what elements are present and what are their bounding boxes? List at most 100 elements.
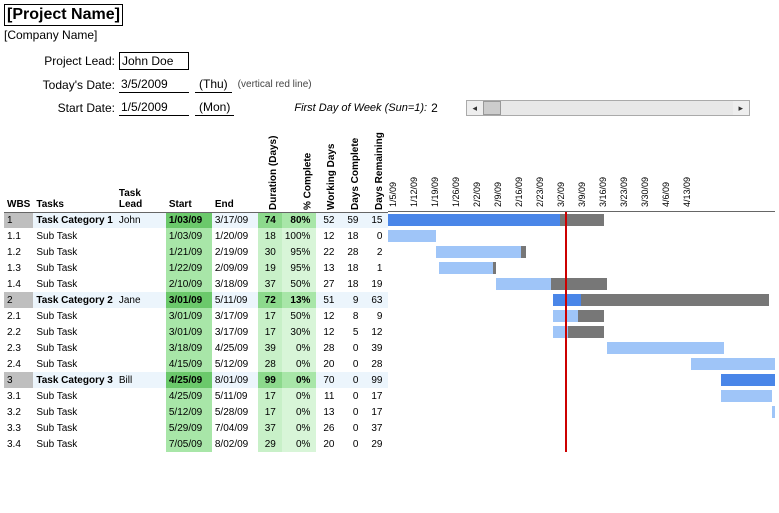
cell-lead[interactable] bbox=[116, 276, 166, 292]
cell-start[interactable]: 2/10/09 bbox=[166, 276, 212, 292]
start-date-input[interactable]: 1/5/2009 bbox=[119, 99, 189, 116]
table-row[interactable]: 2Task Category 2Jane3/01/095/11/097213%5… bbox=[4, 292, 388, 308]
cell-lead[interactable] bbox=[116, 420, 166, 436]
cell-task[interactable]: Sub Task bbox=[33, 276, 116, 292]
cell-start[interactable]: 3/18/09 bbox=[166, 340, 212, 356]
cell-start[interactable]: 5/12/09 bbox=[166, 404, 212, 420]
cell-working: 52 bbox=[316, 212, 340, 228]
table-row[interactable]: 3.3Sub Task5/29/097/04/09370%26037 bbox=[4, 420, 388, 436]
cell-task[interactable]: Sub Task bbox=[33, 420, 116, 436]
cell-task[interactable]: Sub Task bbox=[33, 404, 116, 420]
cell-pct[interactable]: 0% bbox=[282, 388, 317, 404]
gantt-bar[interactable] bbox=[691, 358, 775, 370]
cell-task[interactable]: Sub Task bbox=[33, 260, 116, 276]
gantt-bar[interactable] bbox=[439, 262, 496, 274]
gantt-bar[interactable] bbox=[721, 390, 772, 402]
company-name[interactable]: [Company Name] bbox=[4, 26, 775, 44]
cell-pct[interactable]: 50% bbox=[282, 276, 317, 292]
scroll-right-icon[interactable]: ▸ bbox=[733, 101, 749, 115]
cell-pct[interactable]: 0% bbox=[282, 436, 317, 452]
table-row[interactable]: 2.2Sub Task3/01/093/17/091730%12512 bbox=[4, 324, 388, 340]
cell-task[interactable]: Sub Task bbox=[33, 388, 116, 404]
cell-pct[interactable]: 80% bbox=[282, 212, 317, 228]
table-row[interactable]: 1.2Sub Task1/21/092/19/093095%22282 bbox=[4, 244, 388, 260]
scroll-left-icon[interactable]: ◂ bbox=[467, 101, 483, 115]
first-day-input[interactable]: 2 bbox=[431, 101, 438, 115]
cell-pct[interactable]: 95% bbox=[282, 244, 317, 260]
cell-pct[interactable]: 0% bbox=[282, 372, 317, 388]
table-row[interactable]: 1.3Sub Task1/22/092/09/091995%13181 bbox=[4, 260, 388, 276]
table-row[interactable]: 1.1Sub Task1/03/091/20/0918100%12180 bbox=[4, 228, 388, 244]
cell-start[interactable]: 4/25/09 bbox=[166, 388, 212, 404]
scroll-track[interactable] bbox=[483, 101, 733, 115]
cell-lead[interactable] bbox=[116, 244, 166, 260]
table-row[interactable]: 3.1Sub Task4/25/095/11/09170%11017 bbox=[4, 388, 388, 404]
cell-task[interactable]: Sub Task bbox=[33, 356, 116, 372]
cell-pct[interactable]: 50% bbox=[282, 308, 317, 324]
today-date-input[interactable]: 3/5/2009 bbox=[119, 76, 189, 93]
cell-pct[interactable]: 95% bbox=[282, 260, 317, 276]
timeline-scrollbar[interactable]: ◂ ▸ bbox=[466, 100, 750, 116]
cell-lead[interactable] bbox=[116, 308, 166, 324]
cell-lead[interactable] bbox=[116, 404, 166, 420]
cell-end: 5/11/09 bbox=[212, 388, 258, 404]
cell-task[interactable]: Sub Task bbox=[33, 244, 116, 260]
cell-lead[interactable] bbox=[116, 340, 166, 356]
cell-pct[interactable]: 0% bbox=[282, 356, 317, 372]
gantt-bar[interactable] bbox=[436, 246, 526, 258]
col-dcomplete: Days Complete bbox=[340, 122, 364, 212]
cell-task[interactable]: Sub Task bbox=[33, 228, 116, 244]
table-row[interactable]: 3.2Sub Task5/12/095/28/09170%13017 bbox=[4, 404, 388, 420]
cell-pct[interactable]: 0% bbox=[282, 420, 317, 436]
gantt-bar[interactable] bbox=[721, 374, 775, 386]
cell-task[interactable]: Task Category 1 bbox=[33, 212, 116, 228]
gantt-bar[interactable] bbox=[772, 406, 775, 418]
cell-lead[interactable] bbox=[116, 356, 166, 372]
cell-task[interactable]: Sub Task bbox=[33, 340, 116, 356]
today-date-row: Today's Date: 3/5/2009 (Thu) (vertical r… bbox=[4, 76, 775, 93]
cell-lead[interactable] bbox=[116, 436, 166, 452]
project-lead-input[interactable]: John Doe bbox=[119, 52, 189, 70]
cell-task[interactable]: Task Category 2 bbox=[33, 292, 116, 308]
cell-task[interactable]: Sub Task bbox=[33, 308, 116, 324]
cell-lead[interactable] bbox=[116, 388, 166, 404]
project-lead-label: Project Lead: bbox=[4, 54, 119, 68]
cell-lead[interactable] bbox=[116, 228, 166, 244]
cell-task[interactable]: Task Category 3 bbox=[33, 372, 116, 388]
cell-task[interactable]: Sub Task bbox=[33, 436, 116, 452]
table-row[interactable]: 1Task Category 1John1/03/093/17/097480%5… bbox=[4, 212, 388, 228]
cell-task[interactable]: Sub Task bbox=[33, 324, 116, 340]
cell-pct[interactable]: 100% bbox=[282, 228, 317, 244]
table-row[interactable]: 2.1Sub Task3/01/093/17/091750%1289 bbox=[4, 308, 388, 324]
cell-start[interactable]: 3/01/09 bbox=[166, 308, 212, 324]
cell-start[interactable]: 1/22/09 bbox=[166, 260, 212, 276]
cell-pct[interactable]: 13% bbox=[282, 292, 317, 308]
gantt-bar[interactable] bbox=[607, 342, 724, 354]
cell-start[interactable]: 1/21/09 bbox=[166, 244, 212, 260]
table-row[interactable]: 2.4Sub Task4/15/095/12/09280%20028 bbox=[4, 356, 388, 372]
cell-start[interactable]: 3/01/09 bbox=[166, 292, 212, 308]
table-row[interactable]: 3Task Category 3Bill4/25/098/01/09990%70… bbox=[4, 372, 388, 388]
cell-lead[interactable]: Jane bbox=[116, 292, 166, 308]
table-row[interactable]: 1.4Sub Task2/10/093/18/093750%271819 bbox=[4, 276, 388, 292]
cell-lead[interactable] bbox=[116, 260, 166, 276]
cell-start[interactable]: 5/29/09 bbox=[166, 420, 212, 436]
project-name[interactable]: [Project Name] bbox=[4, 4, 123, 26]
cell-pct[interactable]: 0% bbox=[282, 340, 317, 356]
cell-start[interactable]: 1/03/09 bbox=[166, 212, 212, 228]
cell-start[interactable]: 1/03/09 bbox=[166, 228, 212, 244]
table-row[interactable]: 2.3Sub Task3/18/094/25/09390%28039 bbox=[4, 340, 388, 356]
cell-lead[interactable] bbox=[116, 324, 166, 340]
cell-lead[interactable]: Bill bbox=[116, 372, 166, 388]
gantt-bar[interactable] bbox=[388, 230, 436, 242]
cell-pct[interactable]: 0% bbox=[282, 404, 317, 420]
table-row[interactable]: 3.4Sub Task7/05/098/02/09290%20029 bbox=[4, 436, 388, 452]
cell-lead[interactable]: John bbox=[116, 212, 166, 228]
cell-working: 13 bbox=[316, 404, 340, 420]
cell-pct[interactable]: 30% bbox=[282, 324, 317, 340]
cell-start[interactable]: 4/15/09 bbox=[166, 356, 212, 372]
scroll-thumb[interactable] bbox=[483, 101, 501, 115]
cell-start[interactable]: 7/05/09 bbox=[166, 436, 212, 452]
cell-start[interactable]: 3/01/09 bbox=[166, 324, 212, 340]
cell-start[interactable]: 4/25/09 bbox=[166, 372, 212, 388]
